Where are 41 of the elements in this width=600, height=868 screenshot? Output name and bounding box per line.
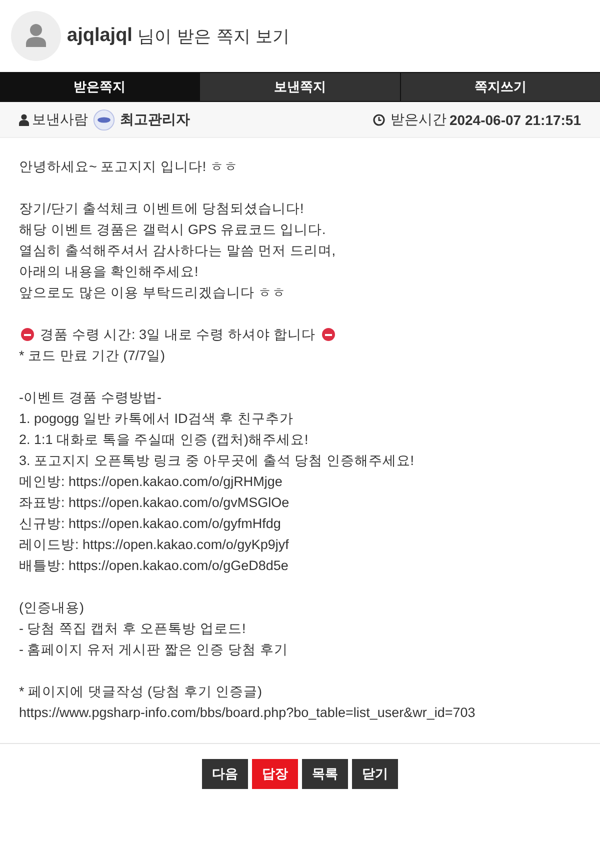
- message-line: -이벤트 경품 수령방법-: [19, 389, 162, 407]
- user-icon: [19, 114, 29, 126]
- message-line: - 당첨 쪽집 캡처 후 오픈톡방 업로드!: [19, 620, 247, 638]
- message-line: 메인방: https://open.kakao.com/o/gjRHMjge: [19, 473, 284, 491]
- message-line: 해당 이벤트 경품은 갤럭시 GPS 유료코드 입니다.: [19, 221, 327, 239]
- message-line: 좌표방: https://open.kakao.com/o/gvMSGlOe: [19, 494, 290, 512]
- tab[interactable]: 쪽지쓰기: [400, 73, 600, 101]
- action-button[interactable]: 다음: [202, 759, 248, 789]
- message-line: 앞으로도 많은 이용 부탁드리겠습니다 ㅎㅎ: [19, 284, 288, 302]
- sender-label: 보낸사람: [32, 110, 88, 128]
- message-line: - 홈페이지 유저 게시판 짧은 인증 당첨 후기: [19, 641, 289, 659]
- message-line: 배틀방: https://open.kakao.com/o/gGeD8d5e: [19, 557, 290, 575]
- message-line: 아래의 내용을 확인해주세요!: [19, 263, 200, 281]
- message-line: 3. 포고지지 오픈톡방 링크 중 아무곳에 출석 당첨 인증해주세요!: [19, 452, 416, 470]
- message-line: * 코드 만료 기간 (7/7일): [19, 347, 166, 365]
- tab[interactable]: 받은쪽지: [0, 73, 200, 101]
- action-button[interactable]: 목록: [302, 759, 348, 789]
- message-line: 열심히 출석해주셔서 감사하다는 말씀 먼저 드리며,: [19, 242, 337, 260]
- no-entry-icon: [21, 328, 34, 341]
- username: ajqlajql: [67, 25, 132, 47]
- level-badge-icon: [93, 108, 115, 130]
- message-line: (인증내용): [19, 599, 85, 617]
- tab[interactable]: 보낸쪽지: [199, 73, 400, 101]
- message-line: * 페이지에 댓글작성 (당첨 후기 인증글): [19, 683, 263, 701]
- avatar-icon: [11, 11, 61, 61]
- time-label: 받은시간: [390, 110, 446, 128]
- message-line: 2. 1:1 대화로 톡을 주실때 인증 (캡처)해주세요!: [19, 431, 310, 449]
- message-line: 장기/단기 출석체크 이벤트에 당첨되셨습니다!: [19, 200, 305, 218]
- message-line: 안녕하세요~ 포고지지 입니다! ㅎㅎ: [19, 158, 239, 176]
- action-button[interactable]: 닫기: [352, 759, 398, 789]
- action-button[interactable]: 답장: [252, 759, 298, 789]
- sender-name[interactable]: 최고관리자: [120, 110, 190, 128]
- message-line: 1. pogogg 일반 카톡에서 ID검색 후 친구추가: [19, 410, 294, 428]
- clock-icon: [373, 114, 386, 126]
- received-time: 2024-06-07 21:17:51: [449, 112, 581, 128]
- message-line: 레이드방: https://open.kakao.com/o/gyKp9jyf: [19, 536, 290, 554]
- page-title: 님이 받은 쪽지 보기: [137, 26, 290, 48]
- message-line: https://www.pgsharp-info.com/bbs/board.php?bo_table=list_user&wr_id=703: [19, 704, 476, 722]
- message-line: 신규방: https://open.kakao.com/o/gyfmHfdg: [19, 515, 282, 533]
- message-line: 경품 수령 시간: 3일 내로 수령 하셔야 합니다: [40, 326, 316, 344]
- no-entry-icon: [322, 328, 335, 341]
